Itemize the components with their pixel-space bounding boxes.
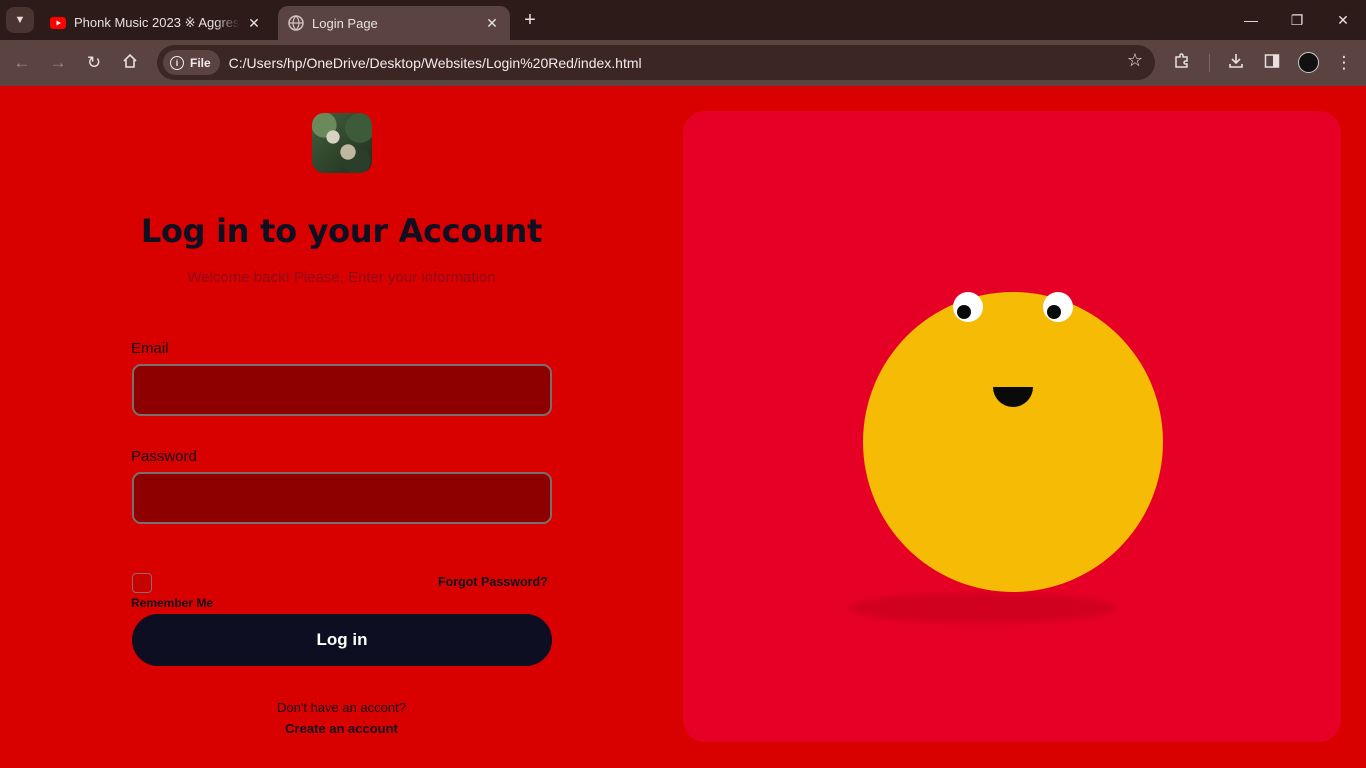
more-vertical-icon: ⋮	[1335, 53, 1353, 72]
url-text[interactable]: C:/Users/hp/OneDrive/Desktop/Websites/Lo…	[229, 55, 642, 71]
tab-title: Phonk Music 2023 ※ Aggressive	[74, 15, 240, 30]
address-bar[interactable]: i File C:/Users/hp/OneDrive/Desktop/Webs…	[157, 45, 1155, 80]
close-icon: ✕	[1337, 11, 1349, 28]
page-subtitle: Welcome back! Please, Enter your informa…	[187, 269, 496, 286]
info-icon: i	[170, 55, 184, 70]
logo-image	[312, 113, 372, 173]
youtube-icon	[50, 15, 66, 31]
login-page: Log in to your Account Welcome back! Ple…	[0, 86, 1366, 768]
browser-toolbar: ← → ↻ i File C:/Users/hp/OneDrive/Deskto…	[0, 40, 1366, 86]
extensions-button[interactable]	[1168, 49, 1196, 77]
minimize-button[interactable]: —	[1228, 0, 1274, 40]
download-icon	[1227, 52, 1245, 75]
tab-phonk-music[interactable]: Phonk Music 2023 ※ Aggressive ✕	[40, 6, 272, 40]
create-account-link[interactable]: Create an account	[0, 721, 683, 736]
downloads-button[interactable]	[1222, 49, 1250, 77]
restore-button[interactable]: ❐	[1274, 0, 1320, 40]
no-account-text: Don't have an accont?	[277, 700, 406, 715]
smiley-face	[863, 292, 1163, 592]
password-field[interactable]	[132, 472, 552, 524]
home-button[interactable]	[116, 49, 144, 77]
forward-button[interactable]: →	[44, 49, 72, 77]
reload-icon: ↻	[86, 53, 102, 72]
globe-icon	[288, 15, 304, 31]
side-panel-icon	[1264, 53, 1280, 74]
site-info-chip[interactable]: i File	[163, 50, 220, 75]
puzzle-icon	[1173, 52, 1191, 75]
reload-button[interactable]: ↻	[80, 49, 108, 77]
arrow-left-icon: ←	[13, 53, 31, 72]
forgot-password-link[interactable]: Forgot Password?	[438, 575, 548, 589]
email-field[interactable]	[132, 364, 552, 416]
remember-me-label: Remember Me	[131, 596, 214, 610]
bookmark-star-icon[interactable]: ☆	[1127, 50, 1143, 71]
tab-search-button[interactable]: ▼	[6, 7, 34, 33]
login-button[interactable]: Log in	[132, 614, 552, 666]
page-title: Log in to your Account	[140, 212, 543, 250]
password-label: Password	[131, 448, 197, 465]
email-label: Email	[131, 340, 169, 357]
right-pupil	[1047, 305, 1061, 319]
profile-avatar[interactable]	[1298, 52, 1319, 73]
close-icon[interactable]: ✕	[246, 15, 262, 31]
close-icon[interactable]: ✕	[484, 15, 500, 31]
menu-button[interactable]: ⋮	[1330, 49, 1358, 77]
left-pupil	[957, 305, 971, 319]
close-window-button[interactable]: ✕	[1320, 0, 1366, 40]
illustration-panel	[683, 111, 1341, 742]
face-shadow	[848, 593, 1116, 623]
arrow-right-icon: →	[49, 53, 67, 72]
new-tab-button[interactable]: +	[518, 8, 542, 32]
home-icon	[122, 53, 138, 74]
check-icon: ✓	[137, 577, 147, 589]
side-panel-button[interactable]	[1258, 49, 1286, 77]
back-button[interactable]: ←	[8, 49, 36, 77]
remember-me-checkbox[interactable]: ✓	[132, 573, 152, 593]
plus-icon: +	[524, 8, 536, 31]
toolbar-divider	[1209, 54, 1210, 72]
chevron-down-icon: ▼	[14, 14, 26, 26]
minimize-icon: —	[1244, 12, 1258, 28]
tab-title: Login Page	[312, 15, 378, 31]
tab-bar: ▼ Phonk Music 2023 ※ Aggressive ✕ Login …	[0, 0, 1366, 40]
restore-icon: ❐	[1290, 11, 1304, 28]
tab-login-page[interactable]: Login Page ✕	[278, 6, 510, 40]
chip-label: File	[190, 55, 211, 70]
